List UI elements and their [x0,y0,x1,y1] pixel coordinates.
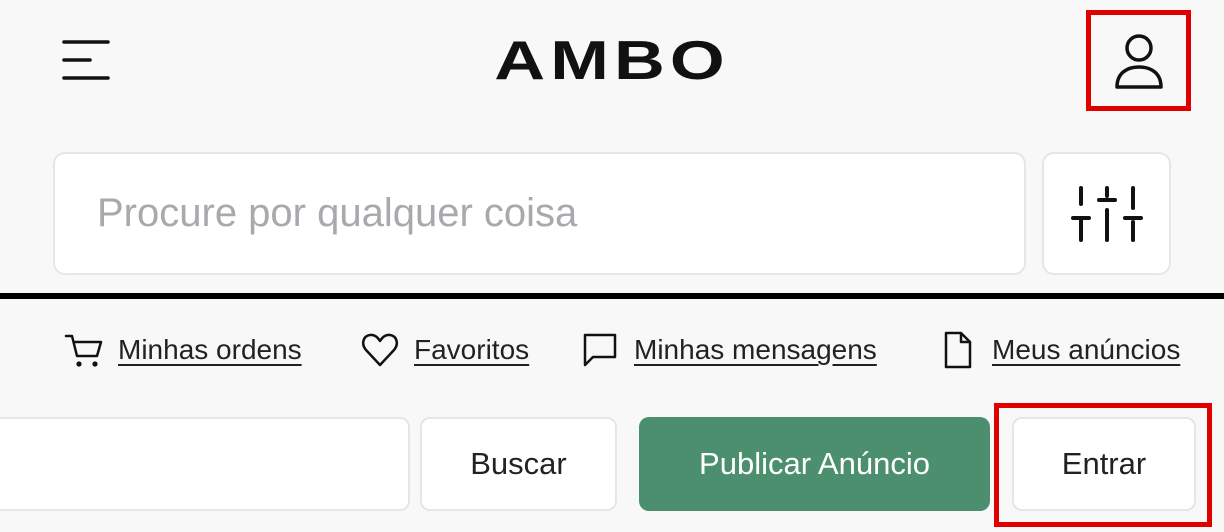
hamburger-menu-icon [62,40,110,80]
brand-logo-text: AMBO [494,29,730,91]
document-icon [938,330,978,370]
link-minhas-mensagens[interactable]: Minhas mensagens [580,325,877,375]
sliders-filter-icon [1070,185,1143,242]
user-icon [1114,33,1163,89]
hamburger-menu-button[interactable] [56,34,116,86]
account-links: Minhas ordens Favoritos Minhas mensagens [0,325,1224,375]
link-minhas-ordens[interactable]: Minhas ordens [64,325,302,375]
brand-logo[interactable]: AMBO [470,22,754,98]
desktop-search-input[interactable] [0,417,410,511]
message-icon [580,330,620,370]
cart-icon [64,330,104,370]
buscar-button[interactable]: Buscar [420,417,617,511]
heart-icon [360,330,400,370]
mobile-header-section: AMBO [0,0,1224,293]
link-meus-anuncios[interactable]: Meus anúncios [938,325,1180,375]
link-favoritos[interactable]: Favoritos [360,325,529,375]
link-label: Favoritos [414,334,530,365]
desktop-header-section: Minhas ordens Favoritos Minhas mensagens [0,299,1224,532]
search-field[interactable] [53,152,1026,275]
link-label: Minhas mensagens [634,334,877,365]
search-input[interactable] [55,154,1024,273]
publicar-anuncio-button[interactable]: Publicar Anúncio [639,417,990,511]
filter-button[interactable] [1042,152,1171,275]
link-label: Minhas ordens [118,334,302,365]
user-account-button[interactable] [1086,10,1191,111]
entrar-button[interactable]: Entrar [1012,417,1196,511]
link-label: Meus anúncios [992,334,1181,365]
